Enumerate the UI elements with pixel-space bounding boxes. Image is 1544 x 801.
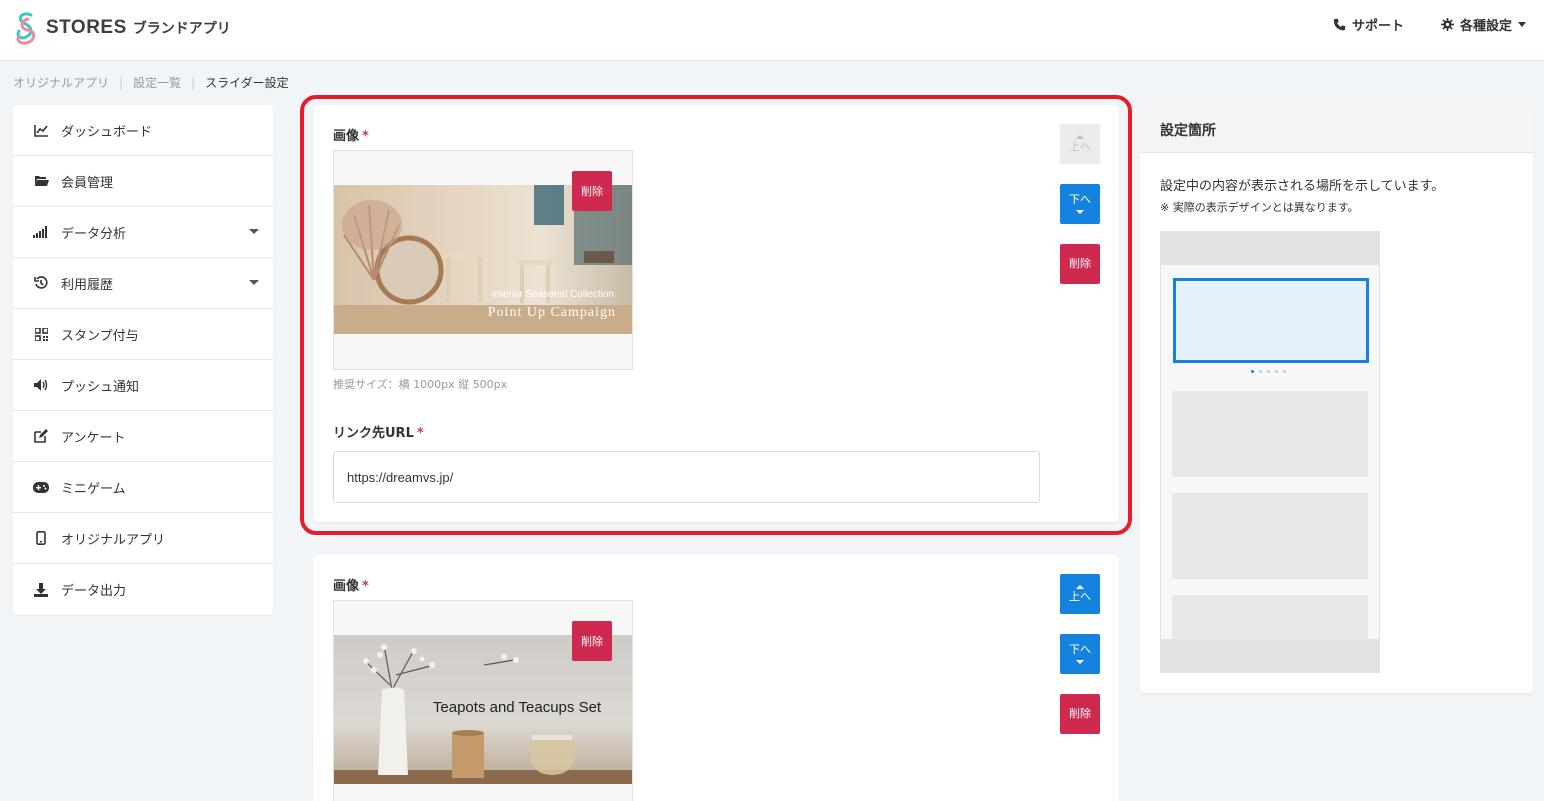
settings-label: 各種設定 — [1460, 19, 1513, 34]
phone-footer-placeholder — [1161, 639, 1379, 672]
chart-line-icon — [33, 122, 49, 138]
sidebar-item-label: データ出力 — [61, 584, 127, 599]
panel-description: 設定中の内容が表示される場所を示しています。 — [1160, 179, 1445, 194]
breadcrumb-separator: | — [119, 75, 124, 90]
history-icon — [33, 275, 49, 291]
slide-image-caption-1: Teapots and Teacups Set — [433, 699, 602, 716]
breadcrumb-item-settings[interactable]: 設定一覧 — [133, 74, 181, 91]
gamepad-icon — [33, 479, 49, 495]
sidebar-item-label: スタンプ付与 — [61, 328, 139, 344]
volume-icon — [33, 377, 49, 393]
logo-subtitle: ブランドアプリ — [132, 21, 231, 37]
slider-dot — [1275, 370, 1278, 373]
signal-bars-icon — [33, 224, 49, 240]
sidebar-item-label: オリジナルアプリ — [61, 532, 166, 548]
slider-dots — [1251, 370, 1291, 373]
sidebar-item-minigame[interactable]: ミニゲーム — [13, 462, 273, 513]
move-down-button[interactable]: 下へ — [1060, 634, 1100, 674]
placement-panel: 設定箇所 設定中の内容が表示される場所を示しています。 ※ 実際の表示デザインと… — [1140, 105, 1533, 693]
slider-dot — [1283, 370, 1286, 373]
sidebar-item-label: 利用履歴 — [61, 277, 114, 293]
download-icon — [33, 582, 49, 598]
qrcode-icon — [33, 326, 49, 342]
breadcrumb-item-app[interactable]: オリジナルアプリ — [13, 74, 109, 91]
caret-down-icon — [249, 229, 259, 234]
sidebar-item-stamp[interactable]: スタンプ付与 — [13, 309, 273, 360]
breadcrumb-separator: | — [191, 75, 196, 90]
sidebar-item-export[interactable]: データ出力 — [13, 564, 273, 615]
slider-position-indicator — [1173, 278, 1369, 363]
stores-logo-icon — [16, 12, 36, 45]
phone-header-placeholder — [1161, 232, 1379, 265]
slide-card-2: 画像 * Teapots and Teacups Set 削除 上へ 下へ 削除 — [313, 555, 1119, 801]
move-up-label: 上へ — [1069, 589, 1091, 603]
sidebar-item-survey[interactable]: アンケート — [13, 411, 273, 462]
image-delete-button[interactable]: 削除 — [572, 621, 612, 661]
move-down-label: 下へ — [1069, 643, 1091, 657]
slider-dot — [1259, 370, 1262, 373]
caret-down-icon — [249, 280, 259, 285]
support-label: サポート — [1352, 19, 1405, 34]
caret-down-icon — [1076, 659, 1084, 664]
sidebar-item-label: ミニゲーム — [61, 481, 126, 497]
sidebar: ダッシュボード 会員管理 データ分析 利用履歴 スタンプ付与 プッシュ通知 アン… — [13, 105, 273, 615]
chevron-down-icon — [1518, 22, 1527, 27]
support-link[interactable]: サポート — [1333, 15, 1404, 34]
panel-title: 設定箇所 — [1140, 105, 1533, 153]
folder-open-icon — [33, 173, 49, 189]
sidebar-item-label: データ分析 — [61, 226, 127, 242]
sidebar-item-history[interactable]: 利用履歴 — [13, 258, 273, 309]
breadcrumb: オリジナルアプリ | 設定一覧 | スライダー設定 — [13, 74, 289, 91]
sidebar-item-label: アンケート — [61, 430, 126, 446]
caret-up-icon — [1076, 584, 1084, 589]
required-mark: * — [362, 579, 369, 594]
slider-dot — [1251, 370, 1254, 373]
delete-slide-button[interactable]: 削除 — [1060, 694, 1100, 734]
top-header: STORES ブランドアプリ サポート 各種設定 — [0, 0, 1544, 61]
content-placeholder — [1172, 391, 1368, 477]
logo[interactable]: STORES ブランドアプリ — [12, 9, 231, 47]
move-up-button[interactable]: 上へ — [1060, 574, 1100, 614]
sidebar-item-label: 会員管理 — [61, 175, 114, 191]
slider-dot — [1267, 370, 1270, 373]
edit-icon — [33, 428, 49, 444]
sidebar-item-label: プッシュ通知 — [61, 379, 140, 395]
sidebar-item-dashboard[interactable]: ダッシュボード — [13, 105, 273, 156]
selection-highlight — [300, 95, 1132, 535]
phone-icon — [1333, 18, 1346, 31]
image-upload-area[interactable]: Teapots and Teacups Set 削除 — [333, 600, 633, 801]
panel-note: ※ 実際の表示デザインとは異なります。 — [1160, 201, 1359, 214]
sidebar-item-push[interactable]: プッシュ通知 — [13, 360, 273, 411]
content-placeholder — [1172, 493, 1368, 579]
gear-icon — [1441, 18, 1454, 31]
mobile-icon — [33, 530, 49, 546]
settings-menu[interactable]: 各種設定 — [1441, 15, 1527, 34]
breadcrumb-item-current: スライダー設定 — [205, 76, 289, 90]
sidebar-item-label: ダッシュボード — [61, 124, 153, 140]
sidebar-item-original-app[interactable]: オリジナルアプリ — [13, 513, 273, 564]
logo-text: STORES — [46, 17, 127, 38]
sidebar-item-members[interactable]: 会員管理 — [13, 156, 273, 207]
phone-preview — [1160, 231, 1380, 673]
sidebar-item-analytics[interactable]: データ分析 — [13, 207, 273, 258]
image-field-label: 画像 * — [333, 579, 369, 594]
